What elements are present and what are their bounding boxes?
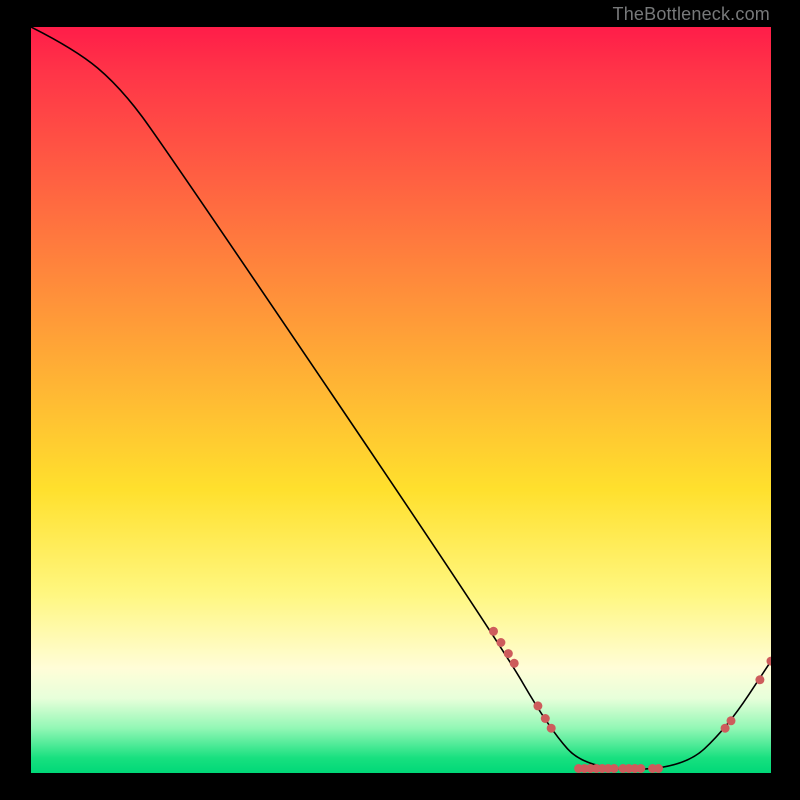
bottleneck-curve [31,27,771,769]
plot-area [31,27,771,773]
marker-layer [489,627,771,773]
data-marker [504,649,513,658]
watermark-label: TheBottleneck.com [613,4,770,25]
data-marker [547,724,556,733]
data-marker [610,764,619,773]
data-marker [489,627,498,636]
data-marker [755,675,764,684]
chart-stage: TheBottleneck.com [0,0,800,800]
data-marker [654,764,663,773]
data-marker [496,638,505,647]
data-marker [767,657,772,666]
data-marker [636,764,645,773]
data-marker [727,716,736,725]
chart-overlay [31,27,771,773]
data-marker [541,714,550,723]
data-marker [533,701,542,710]
data-marker [510,659,519,668]
data-marker [721,724,730,733]
